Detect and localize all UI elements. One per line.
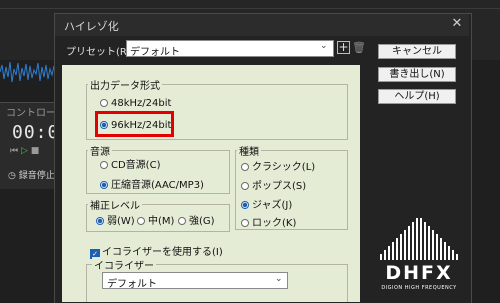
radio-indicator — [241, 163, 249, 171]
logo-name: DHFX — [385, 262, 453, 284]
timeline-divider — [0, 8, 500, 9]
waveform — [0, 61, 62, 83]
radio-cd-source[interactable]: CD音源(C) — [100, 156, 160, 171]
chevron-down-icon[interactable]: ⌄ — [320, 41, 328, 51]
dhfx-logo-icon — [380, 218, 458, 260]
highlight-box — [95, 111, 174, 137]
preset-label: プリセット(R): — [66, 47, 135, 58]
radio-classic[interactable]: クラシック(L) — [241, 158, 315, 173]
radio-medium[interactable]: 中(M) — [137, 212, 174, 227]
clock-icon: ◷ — [8, 171, 19, 181]
dialog-title: ハイレゾ化 — [64, 20, 119, 33]
radio-rock[interactable]: ロック(K) — [241, 214, 296, 229]
radio-indicator — [100, 99, 108, 107]
rewind-icon[interactable]: ⏮ — [10, 146, 18, 156]
radio-indicator — [137, 217, 145, 225]
chevron-down-icon[interactable]: ⌄ — [275, 274, 283, 284]
radio-indicator-selected — [96, 217, 104, 225]
help-button[interactable]: ヘルプ(H) — [378, 89, 456, 104]
equalizer-value: デフォルト — [107, 279, 157, 290]
equalizer-label: イコライザー — [92, 257, 156, 272]
radio-indicator — [241, 219, 249, 227]
output-format-label: 出力データ形式 — [88, 77, 162, 92]
close-icon[interactable]: ✕ — [449, 16, 465, 32]
add-preset-icon[interactable]: + — [337, 41, 350, 54]
radio-indicator — [241, 182, 249, 190]
play-icon[interactable]: ▷ — [21, 146, 28, 156]
delete-preset-icon[interactable]: 🗑 — [352, 41, 366, 54]
radio-indicator — [178, 217, 186, 225]
transport-buttons[interactable]: ⏮ ▷ ■ — [10, 146, 39, 156]
radio-strong[interactable]: 強(G) — [178, 212, 215, 227]
radio-indicator-selected — [100, 181, 108, 189]
preset-value: デフォルト — [130, 47, 180, 58]
radio-pops[interactable]: ポップス(S) — [241, 177, 306, 192]
radio-weak[interactable]: 弱(W) — [96, 212, 135, 227]
save-button[interactable]: 書き出し(N) — [378, 67, 456, 82]
radio-compressed-source[interactable]: 圧縮音源(AAC/MP3) — [100, 176, 204, 191]
radio-indicator — [100, 161, 108, 169]
radio-indicator-selected — [241, 201, 249, 209]
radio-jazz[interactable]: ジャズ(J) — [241, 196, 292, 211]
logo-tagline: DIGION HIGH FREQUENCY — [381, 285, 457, 291]
cancel-button[interactable]: キャンセル — [378, 44, 456, 59]
correction-label: 補正レベル — [88, 197, 142, 212]
radio-48khz[interactable]: 48kHz/24bit — [100, 98, 171, 109]
control-panel-title: コントロー — [6, 108, 56, 119]
genre-label: 種類 — [237, 143, 261, 158]
stop-icon[interactable]: ■ — [31, 146, 40, 156]
